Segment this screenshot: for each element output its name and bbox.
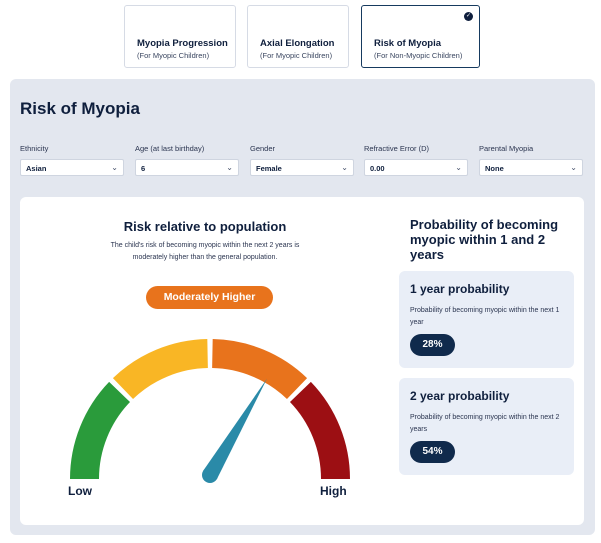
refractive-error-label: Refractive Error (D) — [364, 144, 430, 153]
select-value: 6 — [141, 164, 146, 173]
tab-subtitle: (For Non-Myopic Children) — [374, 51, 463, 60]
chevron-down-icon: ⌄ — [341, 163, 348, 172]
age-label: Age (at last birthday) — [135, 144, 205, 153]
gender-select[interactable]: Female ⌄ — [250, 159, 354, 176]
gauge-needle-hub — [202, 467, 218, 483]
two-year-value: 54% — [410, 441, 455, 463]
chevron-down-icon: ⌄ — [570, 163, 577, 172]
two-year-probability-card: 2 year probability Probability of becomi… — [399, 378, 574, 475]
tab-title: Myopia Progression — [137, 38, 228, 49]
two-year-heading: 2 year probability — [410, 389, 510, 403]
two-year-description: Probability of becoming myopic within th… — [410, 414, 560, 433]
select-value: None — [485, 164, 504, 173]
gauge-segment-low — [70, 381, 131, 479]
gauge-low-label: Low — [68, 484, 92, 498]
chevron-down-icon: ⌄ — [455, 163, 462, 172]
ethnicity-select[interactable]: Asian ⌄ — [20, 159, 124, 176]
results-card: Risk relative to population The child's … — [20, 197, 584, 525]
tab-axial-elongation[interactable]: Axial Elongation (For Myopic Children) — [247, 5, 349, 68]
gauge-high-label: High — [320, 484, 347, 498]
parental-myopia-label: Parental Myopia — [479, 144, 534, 153]
gauge-segment-mild — [112, 339, 208, 400]
gauge-segment-high — [289, 381, 350, 479]
select-value: Asian — [26, 164, 47, 173]
tab-title: Axial Elongation — [260, 38, 335, 49]
tab-title: Risk of Myopia — [374, 38, 442, 49]
page-title: Risk of Myopia — [20, 99, 140, 118]
check-icon: ✓ — [464, 12, 473, 21]
tab-subtitle: (For Myopic Children) — [260, 51, 333, 60]
ethnicity-label: Ethnicity — [20, 144, 49, 153]
probability-title: Probability of becoming myopic within 1 … — [410, 217, 559, 262]
gauge-needle — [203, 378, 268, 480]
parental-myopia-select[interactable]: None ⌄ — [479, 159, 583, 176]
refractive-error-select[interactable]: 0.00 ⌄ — [364, 159, 468, 176]
one-year-description: Probability of becoming myopic within th… — [410, 307, 560, 326]
risk-panel: Risk of Myopia Ethnicity Asian ⌄ Age (at… — [10, 79, 595, 535]
select-value: 0.00 — [370, 164, 385, 173]
age-select[interactable]: 6 ⌄ — [135, 159, 239, 176]
one-year-probability-card: 1 year probability Probability of becomi… — [399, 271, 574, 368]
risk-gauge — [70, 339, 350, 483]
chevron-down-icon: ⌄ — [226, 163, 233, 172]
tab-risk-of-myopia[interactable]: ✓ Risk of Myopia (For Non-Myopic Childre… — [361, 5, 480, 68]
gender-label: Gender — [250, 144, 276, 153]
select-value: Female — [256, 164, 282, 173]
tab-myopia-progression[interactable]: Myopia Progression (For Myopic Children) — [124, 5, 236, 68]
one-year-value: 28% — [410, 334, 455, 356]
chevron-down-icon: ⌄ — [111, 163, 118, 172]
one-year-heading: 1 year probability — [410, 282, 510, 296]
tab-subtitle: (For Myopic Children) — [137, 51, 210, 60]
